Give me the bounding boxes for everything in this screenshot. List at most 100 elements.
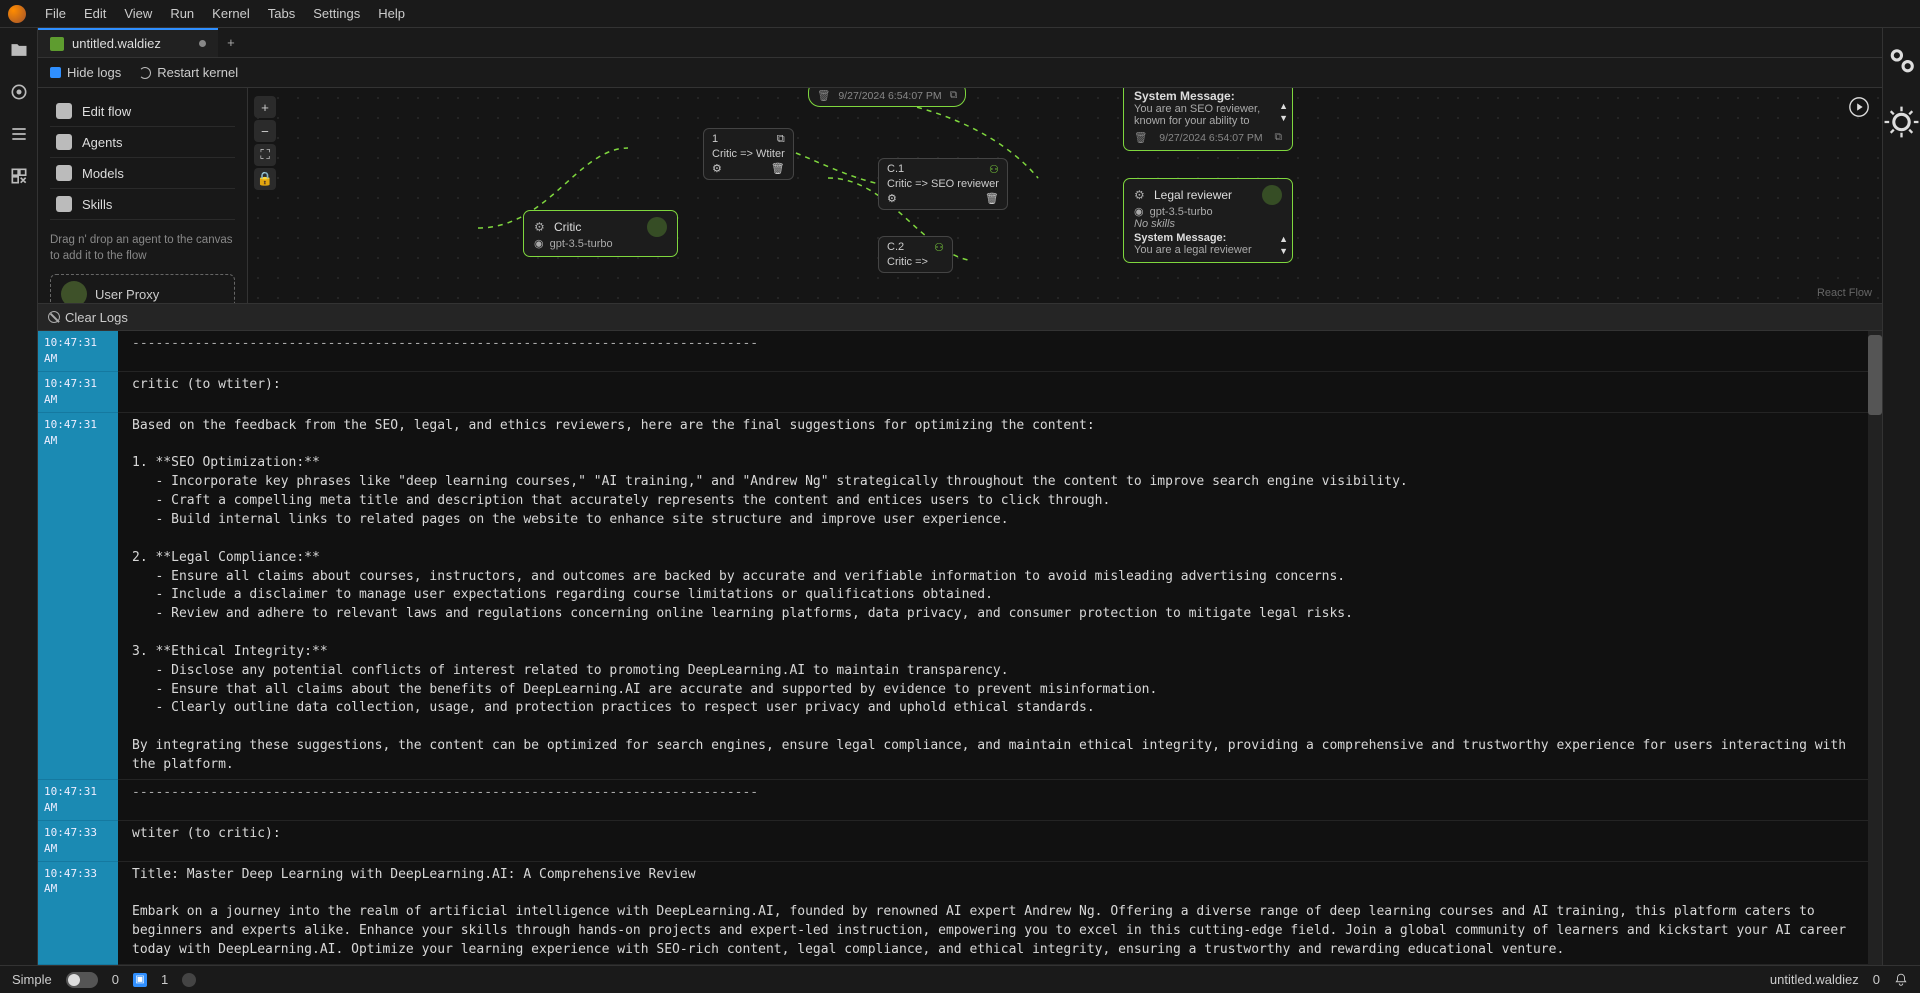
zoom-out-button[interactable]: −: [254, 120, 276, 142]
edge-card-index: C.1: [887, 163, 904, 176]
users-icon: ⚇: [989, 163, 999, 176]
users-icon: ⚇: [934, 241, 944, 254]
edge-card-label: Critic => Wtiter: [712, 148, 785, 160]
avatar-icon: [1262, 185, 1282, 205]
model-icon: ◉: [534, 237, 544, 250]
log-message: Title: Master Deep Learning with DeepLea…: [118, 862, 1868, 965]
bell-icon[interactable]: [1894, 973, 1908, 987]
edges: [248, 88, 1882, 303]
avatar-icon: [647, 217, 667, 237]
node-legal[interactable]: ⚙Legal reviewer ◉gpt-3.5-turbo No skills…: [1123, 178, 1293, 263]
terminal-badge[interactable]: ▣: [133, 973, 147, 987]
chevron-up-icon[interactable]: ▲: [1279, 101, 1288, 111]
gears-icon[interactable]: [1883, 40, 1920, 80]
log-row: 10:47:31 AM-----------------------------…: [38, 331, 1868, 372]
edge-card-c1[interactable]: C.1 ⚇ Critic => SEO reviewer ⚙ 🗑: [878, 158, 1008, 210]
hide-logs-button[interactable]: Hide logs: [50, 65, 121, 80]
palette-item-label: Skills: [82, 197, 112, 212]
status-zero: 0: [112, 972, 119, 987]
status-simple-label: Simple: [12, 972, 52, 987]
timestamp-label: 9/27/2024 6:54:07 PM: [838, 90, 941, 102]
log-row: 10:47:33 AMTitle: Master Deep Learning w…: [38, 862, 1868, 965]
simple-toggle[interactable]: [66, 972, 98, 988]
log-panel: 10:47:31 AM-----------------------------…: [38, 331, 1882, 965]
gear-icon[interactable]: ⚙: [712, 162, 722, 175]
sys-msg-body: You are a legal reviewer: [1134, 244, 1282, 256]
add-tab-button[interactable]: +: [218, 28, 244, 57]
app-logo: [8, 5, 26, 23]
status-count: 0: [1873, 972, 1880, 987]
tab-untitled[interactable]: untitled.waldiez: [38, 28, 218, 57]
lock-button[interactable]: 🔒: [254, 168, 276, 190]
sys-msg-header: System Message:: [1134, 232, 1226, 244]
clear-icon: [48, 311, 60, 323]
gear-icon[interactable]: ⚙: [887, 192, 897, 205]
edge-card-label: Critic => SEO reviewer: [887, 178, 999, 190]
timestamp-label: 9/27/2024 6:54:07 PM: [1159, 132, 1262, 144]
extensions-icon[interactable]: [9, 166, 29, 186]
node-name: Critic: [554, 220, 581, 234]
trash-icon[interactable]: 🗑: [817, 89, 830, 102]
clear-logs-label: Clear Logs: [65, 310, 128, 325]
fit-view-button[interactable]: ⛶: [254, 144, 276, 166]
edge-card-index: 1: [712, 133, 718, 146]
menu-run[interactable]: Run: [161, 2, 203, 25]
target-icon[interactable]: [9, 82, 29, 102]
log-header: Clear Logs: [38, 303, 1882, 331]
clear-logs-button[interactable]: Clear Logs: [48, 310, 128, 325]
react-flow-attribution: React Flow: [1817, 287, 1872, 299]
gear-icon[interactable]: ⚙: [1134, 188, 1148, 202]
copy-icon[interactable]: ⧉: [950, 89, 958, 102]
flow-canvas[interactable]: + − ⛶ 🔒 🗑 9/27/2024 6:54:07 PM: [248, 88, 1882, 303]
menu-file[interactable]: File: [36, 2, 75, 25]
expand-icon[interactable]: ⧉: [777, 133, 785, 146]
tab-title: untitled.waldiez: [72, 36, 161, 51]
node-seo-sysmsg[interactable]: System Message: You are an SEO reviewer,…: [1123, 88, 1293, 151]
node-critic[interactable]: ⚙Critic ◉gpt-3.5-turbo: [523, 210, 678, 257]
palette-hint: Drag n' drop an agent to the canvas to a…: [50, 232, 235, 264]
palette-item-models[interactable]: Models: [50, 158, 235, 189]
chevron-up-icon[interactable]: ▲: [1279, 234, 1288, 244]
chevron-down-icon[interactable]: ▼: [1279, 113, 1288, 123]
model-icon: ◉: [1134, 205, 1144, 218]
menu-help[interactable]: Help: [369, 2, 414, 25]
waldiez-icon: [50, 37, 64, 51]
log-timestamp: 10:47:33 AM: [38, 862, 118, 965]
menu-kernel[interactable]: Kernel: [203, 2, 259, 25]
copy-icon[interactable]: ⧉: [1275, 131, 1283, 144]
menu-settings[interactable]: Settings: [304, 2, 369, 25]
bug-icon[interactable]: [1883, 102, 1920, 142]
edge-card-1[interactable]: 1 ⧉ Critic => Wtiter ⚙ 🗑: [703, 128, 794, 180]
sys-msg-body: You are an SEO reviewer, known for your …: [1134, 103, 1282, 127]
log-timestamp: 10:47:31 AM: [38, 780, 118, 821]
restart-kernel-button[interactable]: Restart kernel: [139, 65, 238, 80]
unsaved-indicator-icon: [199, 40, 206, 47]
menubar: FileEditViewRunKernelTabsSettingsHelp: [0, 0, 1920, 28]
trash-icon[interactable]: 🗑: [771, 162, 785, 175]
log-timestamp: 10:47:31 AM: [38, 331, 118, 372]
trash-icon[interactable]: 🗑: [1134, 131, 1147, 144]
list-icon[interactable]: [9, 124, 29, 144]
zoom-in-button[interactable]: +: [254, 96, 276, 118]
activity-bar-right: [1882, 28, 1920, 965]
palette-item-agents[interactable]: Agents: [50, 127, 235, 158]
log-rows: 10:47:31 AM-----------------------------…: [38, 331, 1868, 965]
palette-item-icon: [56, 134, 72, 150]
log-timestamp: 10:47:31 AM: [38, 372, 118, 413]
chevron-down-icon[interactable]: ▼: [1279, 246, 1288, 256]
menu-edit[interactable]: Edit: [75, 2, 115, 25]
gear-icon[interactable]: ⚙: [534, 220, 548, 234]
folder-icon[interactable]: [9, 40, 29, 60]
scrollbar[interactable]: [1868, 331, 1882, 965]
menu-view[interactable]: View: [115, 2, 161, 25]
status-filename: untitled.waldiez: [1770, 972, 1859, 987]
menu-tabs[interactable]: Tabs: [259, 2, 304, 25]
palette-item-label: Edit flow: [82, 104, 131, 119]
palette-item-edit-flow[interactable]: Edit flow: [50, 96, 235, 127]
log-timestamp: 10:47:33 AM: [38, 821, 118, 862]
log-message: critic (to wtiter):: [118, 372, 1868, 413]
run-flow-button[interactable]: [1848, 96, 1870, 118]
palette-item-skills[interactable]: Skills: [50, 189, 235, 220]
trash-icon[interactable]: 🗑: [985, 192, 999, 205]
edge-card-c2[interactable]: C.2⚇ Critic =>: [878, 236, 953, 273]
